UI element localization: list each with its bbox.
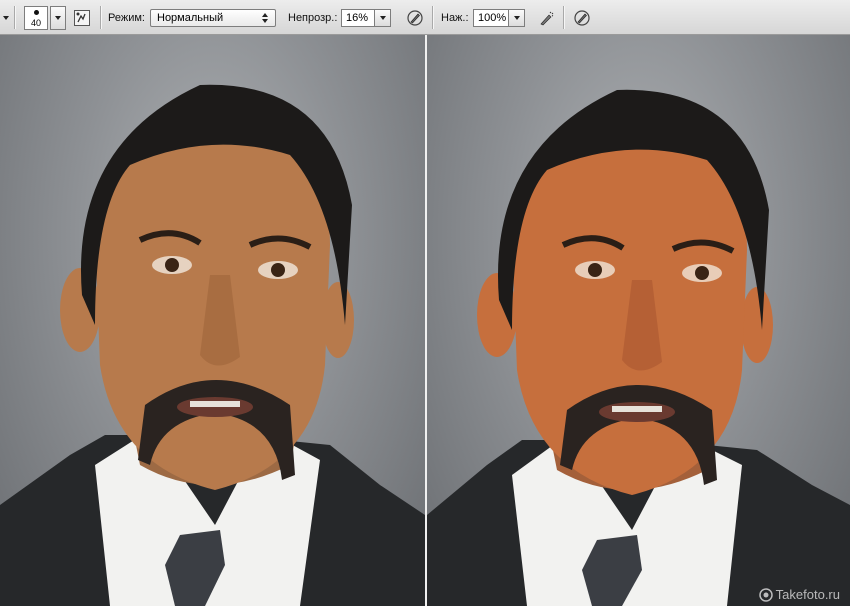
photo-after: Takefoto.ru <box>427 35 850 606</box>
pen-pressure-icon <box>574 9 590 26</box>
watermark: Takefoto.ru <box>758 587 840 602</box>
flow-slider-dropdown[interactable] <box>509 8 525 27</box>
brush-panel-toggle[interactable] <box>72 8 92 28</box>
updown-arrows-icon <box>262 12 268 23</box>
photo-before <box>0 35 425 606</box>
toolbar-separator <box>14 6 15 29</box>
tool-preset-dropdown[interactable] <box>2 0 10 35</box>
chevron-down-icon <box>3 15 9 20</box>
tablet-opacity-pressure-button[interactable] <box>405 8 425 28</box>
chevron-down-icon <box>55 15 61 20</box>
document-canvas[interactable]: Takefoto.ru <box>0 35 850 606</box>
pen-pressure-icon <box>407 9 423 26</box>
brush-size-value: 40 <box>30 17 41 28</box>
tablet-size-pressure-button[interactable] <box>572 8 592 28</box>
toolbar-separator <box>100 6 101 29</box>
opacity-input[interactable]: 16% <box>341 8 375 27</box>
chevron-down-icon <box>513 15 520 20</box>
brush-panel-icon <box>74 9 90 26</box>
brush-tip-icon <box>34 9 39 15</box>
blend-mode-value: Нормальный <box>157 11 224 24</box>
airbrush-button[interactable] <box>537 8 557 28</box>
camera-shutter-icon <box>758 587 773 602</box>
brush-picker-dropdown[interactable] <box>50 5 66 30</box>
flow-label: Наж.: <box>441 11 469 24</box>
blend-mode-select[interactable]: Нормальный <box>150 8 276 27</box>
opacity-label: Непрозр.: <box>288 11 338 24</box>
opacity-slider-dropdown[interactable] <box>375 8 391 27</box>
watermark-text: Takefoto.ru <box>775 587 840 602</box>
mode-label: Режим: <box>108 11 145 24</box>
chevron-down-icon <box>379 15 386 20</box>
flow-input[interactable]: 100% <box>473 8 509 27</box>
toolbar-separator <box>563 6 564 29</box>
airbrush-icon <box>540 11 554 25</box>
portrait-photo-before <box>0 84 425 606</box>
toolbar-separator <box>432 6 433 29</box>
options-bar: 40 Режим: Нормальный Непрозр.: 16% Наж.:… <box>0 0 850 35</box>
brush-preset-picker[interactable]: 40 <box>24 5 48 30</box>
portrait-photo-after <box>427 89 850 606</box>
